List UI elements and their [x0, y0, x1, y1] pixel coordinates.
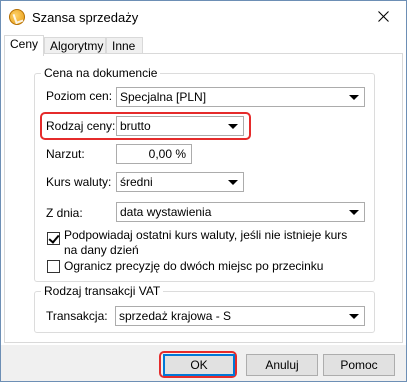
exchange-rate-value: średni — [120, 175, 153, 189]
ok-button[interactable]: OK — [163, 354, 235, 376]
markup-label: Narzut: — [46, 147, 85, 161]
tab-algorytmy[interactable]: Algorytmy — [44, 37, 106, 54]
cancel-button[interactable]: Anuluj — [246, 354, 318, 376]
price-level-value: Specjalna [PLN] — [120, 90, 207, 104]
chevron-down-icon — [228, 124, 238, 129]
transaction-value: sprzedaż krajowa - S — [119, 309, 232, 323]
vat-group-legend: Rodzaj transakcji VAT — [41, 284, 164, 298]
close-button[interactable] — [361, 1, 406, 32]
from-date-label: Z dnia: — [46, 206, 83, 220]
limit-precision-checkbox[interactable] — [47, 260, 60, 273]
exchange-rate-select[interactable]: średni — [116, 172, 244, 192]
suggest-rate-label[interactable]: Podpowiadaj ostatni kurs waluty, jeśli n… — [64, 228, 354, 258]
dialog-window: Szansa sprzedaży Ceny Algorytmy Inne Cen… — [0, 0, 407, 382]
tab-ceny[interactable]: Ceny — [4, 35, 44, 56]
app-icon — [9, 9, 25, 25]
transaction-label: Transakcja: — [46, 309, 108, 323]
price-type-select[interactable]: brutto — [116, 116, 244, 136]
dialog-footer: OK Anuluj Pomoc — [1, 345, 406, 381]
chevron-down-icon — [228, 180, 238, 185]
chevron-down-icon — [349, 95, 359, 100]
chevron-down-icon — [349, 314, 359, 319]
transaction-select[interactable]: sprzedaż krajowa - S — [115, 306, 365, 326]
markup-value: 0,00 % — [148, 147, 186, 161]
tab-inne[interactable]: Inne — [106, 37, 143, 54]
markup-input[interactable]: 0,00 % — [116, 144, 192, 164]
price-type-value: brutto — [120, 119, 151, 133]
tab-panel-ceny: Cena na dokumencie Poziom cen: Specjalna… — [4, 53, 403, 343]
close-icon — [378, 11, 389, 22]
price-group-legend: Cena na dokumencie — [41, 66, 161, 80]
from-date-select[interactable]: data wystawienia — [116, 202, 365, 222]
price-level-select[interactable]: Specjalna [PLN] — [116, 87, 365, 107]
from-date-value: data wystawienia — [120, 205, 212, 219]
chevron-down-icon — [349, 210, 359, 215]
window-title: Szansa sprzedaży — [32, 10, 139, 25]
limit-precision-label[interactable]: Ogranicz precyzję do dwóch miejsc po prz… — [64, 259, 323, 273]
help-button[interactable]: Pomoc — [323, 354, 395, 376]
exchange-rate-label: Kurs waluty: — [46, 175, 112, 189]
title-bar[interactable]: Szansa sprzedaży — [1, 1, 406, 33]
price-level-label: Poziom cen: — [46, 89, 113, 103]
suggest-rate-checkbox[interactable] — [47, 232, 60, 245]
price-type-label: Rodzaj ceny: — [46, 119, 116, 133]
